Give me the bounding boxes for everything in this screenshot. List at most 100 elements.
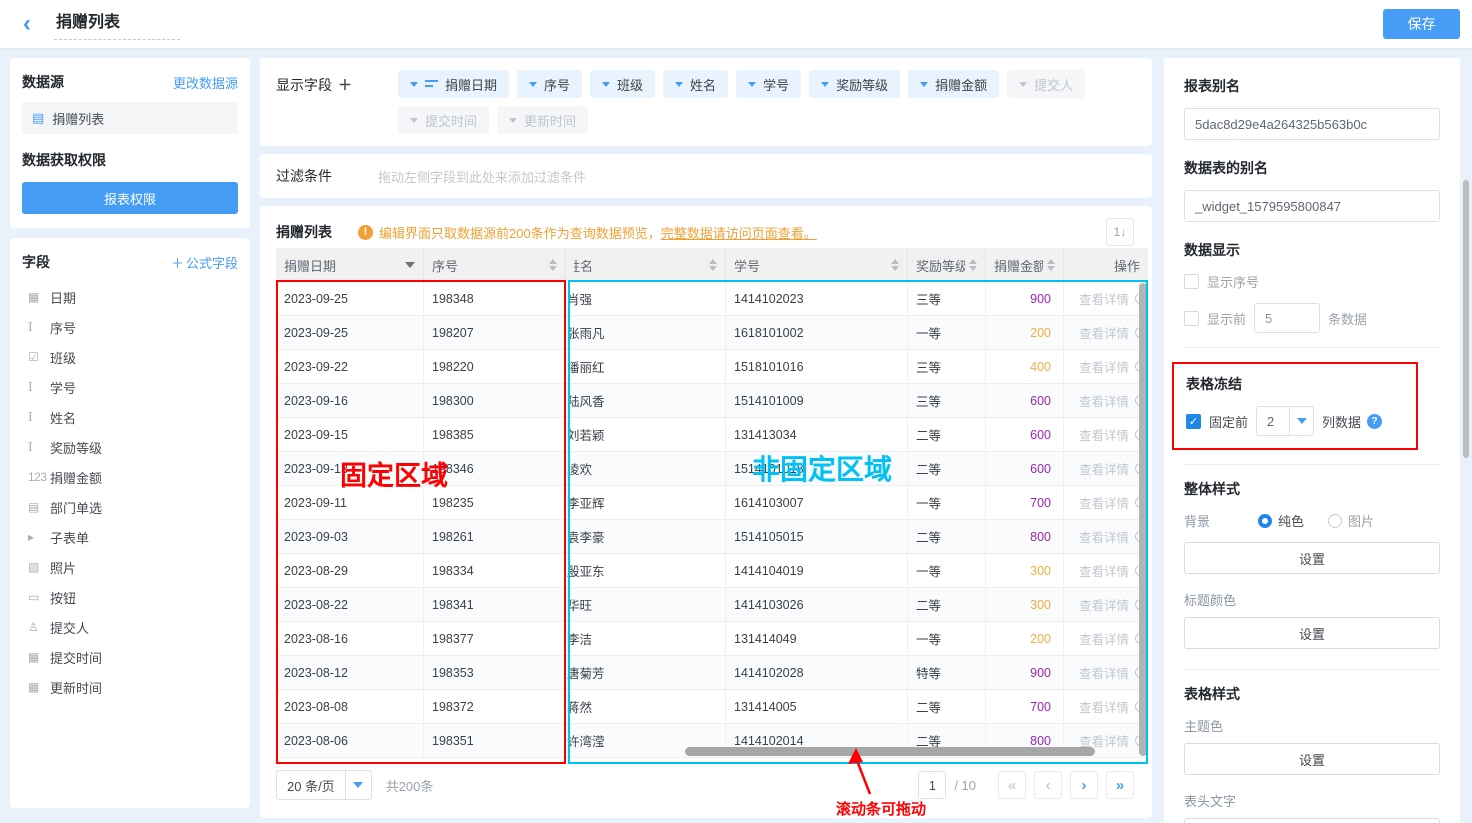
formula-field-link[interactable]: ＋公式字段 [171,253,238,272]
cell-action[interactable]: 查看详情 [1064,282,1148,315]
field-item[interactable]: I姓名 [22,402,238,432]
radio-image[interactable] [1328,514,1342,528]
field-chip[interactable]: 学号 [736,70,801,98]
field-item[interactable]: ▸子表单 [22,522,238,552]
cell-serial: 198353 [424,656,566,689]
field-chip[interactable]: 序号 [517,70,582,98]
field-chip[interactable]: 姓名 [663,70,728,98]
view-detail-link[interactable]: 查看详情 [1079,663,1129,682]
prev-page-button[interactable]: ‹ [1034,771,1062,799]
panel-scrollbar[interactable] [1463,180,1469,458]
page-number-input[interactable] [918,771,946,799]
freeze-checkbox[interactable]: ✓ [1186,414,1201,429]
view-detail-link[interactable]: 查看详情 [1079,425,1129,444]
cell-action[interactable]: 查看详情 [1064,452,1148,485]
sort-order-icon[interactable]: 1↓ [1106,218,1134,246]
cell-action[interactable]: 查看详情 [1064,622,1148,655]
view-detail-link[interactable]: 查看详情 [1079,527,1129,546]
view-detail-link[interactable]: 查看详情 [1079,459,1129,478]
report-permission-button[interactable]: 报表权限 [22,182,238,214]
warning-link[interactable]: 完整数据请访问页面查看。 [661,223,817,242]
field-item[interactable]: ▦日期 [22,282,238,312]
field-chip[interactable]: 捐赠日期 [398,70,509,98]
first-page-button[interactable]: « [998,771,1026,799]
cell-action[interactable]: 查看详情 [1064,656,1148,689]
filter-dropzone[interactable]: 拖动左侧字段到此处来添加过滤条件 [378,167,586,186]
view-detail-link[interactable]: 查看详情 [1079,357,1129,376]
report-alias-input[interactable] [1184,108,1440,140]
field-item[interactable]: I奖励等级 [22,432,238,462]
cell-action[interactable]: 查看详情 [1064,520,1148,553]
change-datasource-link[interactable]: 更改数据源 [173,73,238,92]
column-header-grade[interactable]: 奖励等级 [908,248,986,282]
help-icon[interactable]: ? [1367,414,1382,429]
total-count: 共200条 [386,776,434,795]
field-item[interactable]: 123捐赠金额 [22,462,238,492]
view-detail-link[interactable]: 查看详情 [1079,493,1129,512]
field-chip[interactable]: 奖励等级 [809,70,900,98]
cell-action[interactable]: 查看详情 [1064,690,1148,723]
cell-serial: 198385 [424,418,566,451]
view-detail-link[interactable]: 查看详情 [1079,391,1129,410]
field-chip[interactable]: 提交时间 [398,106,489,134]
title-color-set-button[interactable]: 设置 [1184,617,1440,649]
background-set-button[interactable]: 设置 [1184,542,1440,574]
datasource-item[interactable]: ▤ 捐赠列表 [22,102,238,134]
field-chip[interactable]: 班级 [590,70,655,98]
cell-action[interactable]: 查看详情 [1064,486,1148,519]
field-item[interactable]: ▭按钮 [22,582,238,612]
view-detail-link[interactable]: 查看详情 [1079,323,1129,342]
cell-action[interactable]: 查看详情 [1064,418,1148,451]
field-item[interactable]: ▤部门单选 [22,492,238,522]
cell-action[interactable]: 查看详情 [1064,384,1148,417]
table-horizontal-scrollbar[interactable] [685,747,1095,756]
calendar-icon: ▦ [28,290,50,304]
field-item[interactable]: ▦更新时间 [22,672,238,702]
view-detail-link[interactable]: 查看详情 [1079,629,1129,648]
field-chip[interactable]: 提交人 [1007,70,1085,98]
cell-serial: 198300 [424,384,566,417]
field-item[interactable]: I学号 [22,372,238,402]
document-icon: ▤ [32,110,44,126]
table-title: 捐赠列表 [276,222,332,242]
view-detail-link[interactable]: 查看详情 [1079,289,1129,308]
column-header-date[interactable]: 捐赠日期 [276,248,424,282]
cell-action[interactable]: 查看详情 [1064,350,1148,383]
save-button[interactable]: 保存 [1383,9,1460,39]
field-item[interactable]: ♙提交人 [22,612,238,642]
cell-action[interactable]: 查看详情 [1064,588,1148,621]
column-header-student_id[interactable]: 学号 [726,248,908,282]
theme-color-set-button[interactable]: 设置 [1184,743,1440,775]
table-alias-input[interactable] [1184,190,1440,222]
field-item[interactable]: ▦提交时间 [22,642,238,672]
cell-date: 2023-08-22 [276,588,424,621]
next-page-button[interactable]: › [1070,771,1098,799]
column-header-amount[interactable]: 捐赠金额 [986,248,1064,282]
column-header-name[interactable]: 姓名 [566,248,726,282]
add-field-icon[interactable]: ＋ [338,77,352,93]
show-first-checkbox[interactable] [1184,311,1199,326]
freeze-count-select[interactable]: 2 [1256,406,1314,436]
last-page-button[interactable]: » [1106,771,1134,799]
field-chip[interactable]: 更新时间 [497,106,588,134]
cell-action[interactable]: 查看详情 [1064,316,1148,349]
view-detail-link[interactable]: 查看详情 [1079,561,1129,580]
cell-serial: 198334 [424,554,566,587]
view-detail-link[interactable]: 查看详情 [1079,697,1129,716]
show-serial-checkbox[interactable] [1184,274,1199,289]
back-icon[interactable]: ‹ [12,12,42,36]
header-text-set-button[interactable]: 设置 [1184,818,1440,823]
table-vertical-scrollbar[interactable] [1139,283,1147,756]
view-detail-link[interactable]: 查看详情 [1079,595,1129,614]
show-first-count-input[interactable]: 5 [1254,303,1320,333]
column-header-serial[interactable]: 序号 [424,248,566,282]
cell-action[interactable]: 查看详情 [1064,554,1148,587]
field-item[interactable]: ☑班级 [22,342,238,372]
person-icon: ♙ [28,620,50,634]
sort-icon [891,259,899,271]
field-chip[interactable]: 捐赠金额 [908,70,999,98]
field-item[interactable]: I序号 [22,312,238,342]
radio-solid-color[interactable] [1258,514,1272,528]
field-item[interactable]: ▧照片 [22,552,238,582]
page-size-select[interactable]: 20 条/页 [276,770,372,800]
